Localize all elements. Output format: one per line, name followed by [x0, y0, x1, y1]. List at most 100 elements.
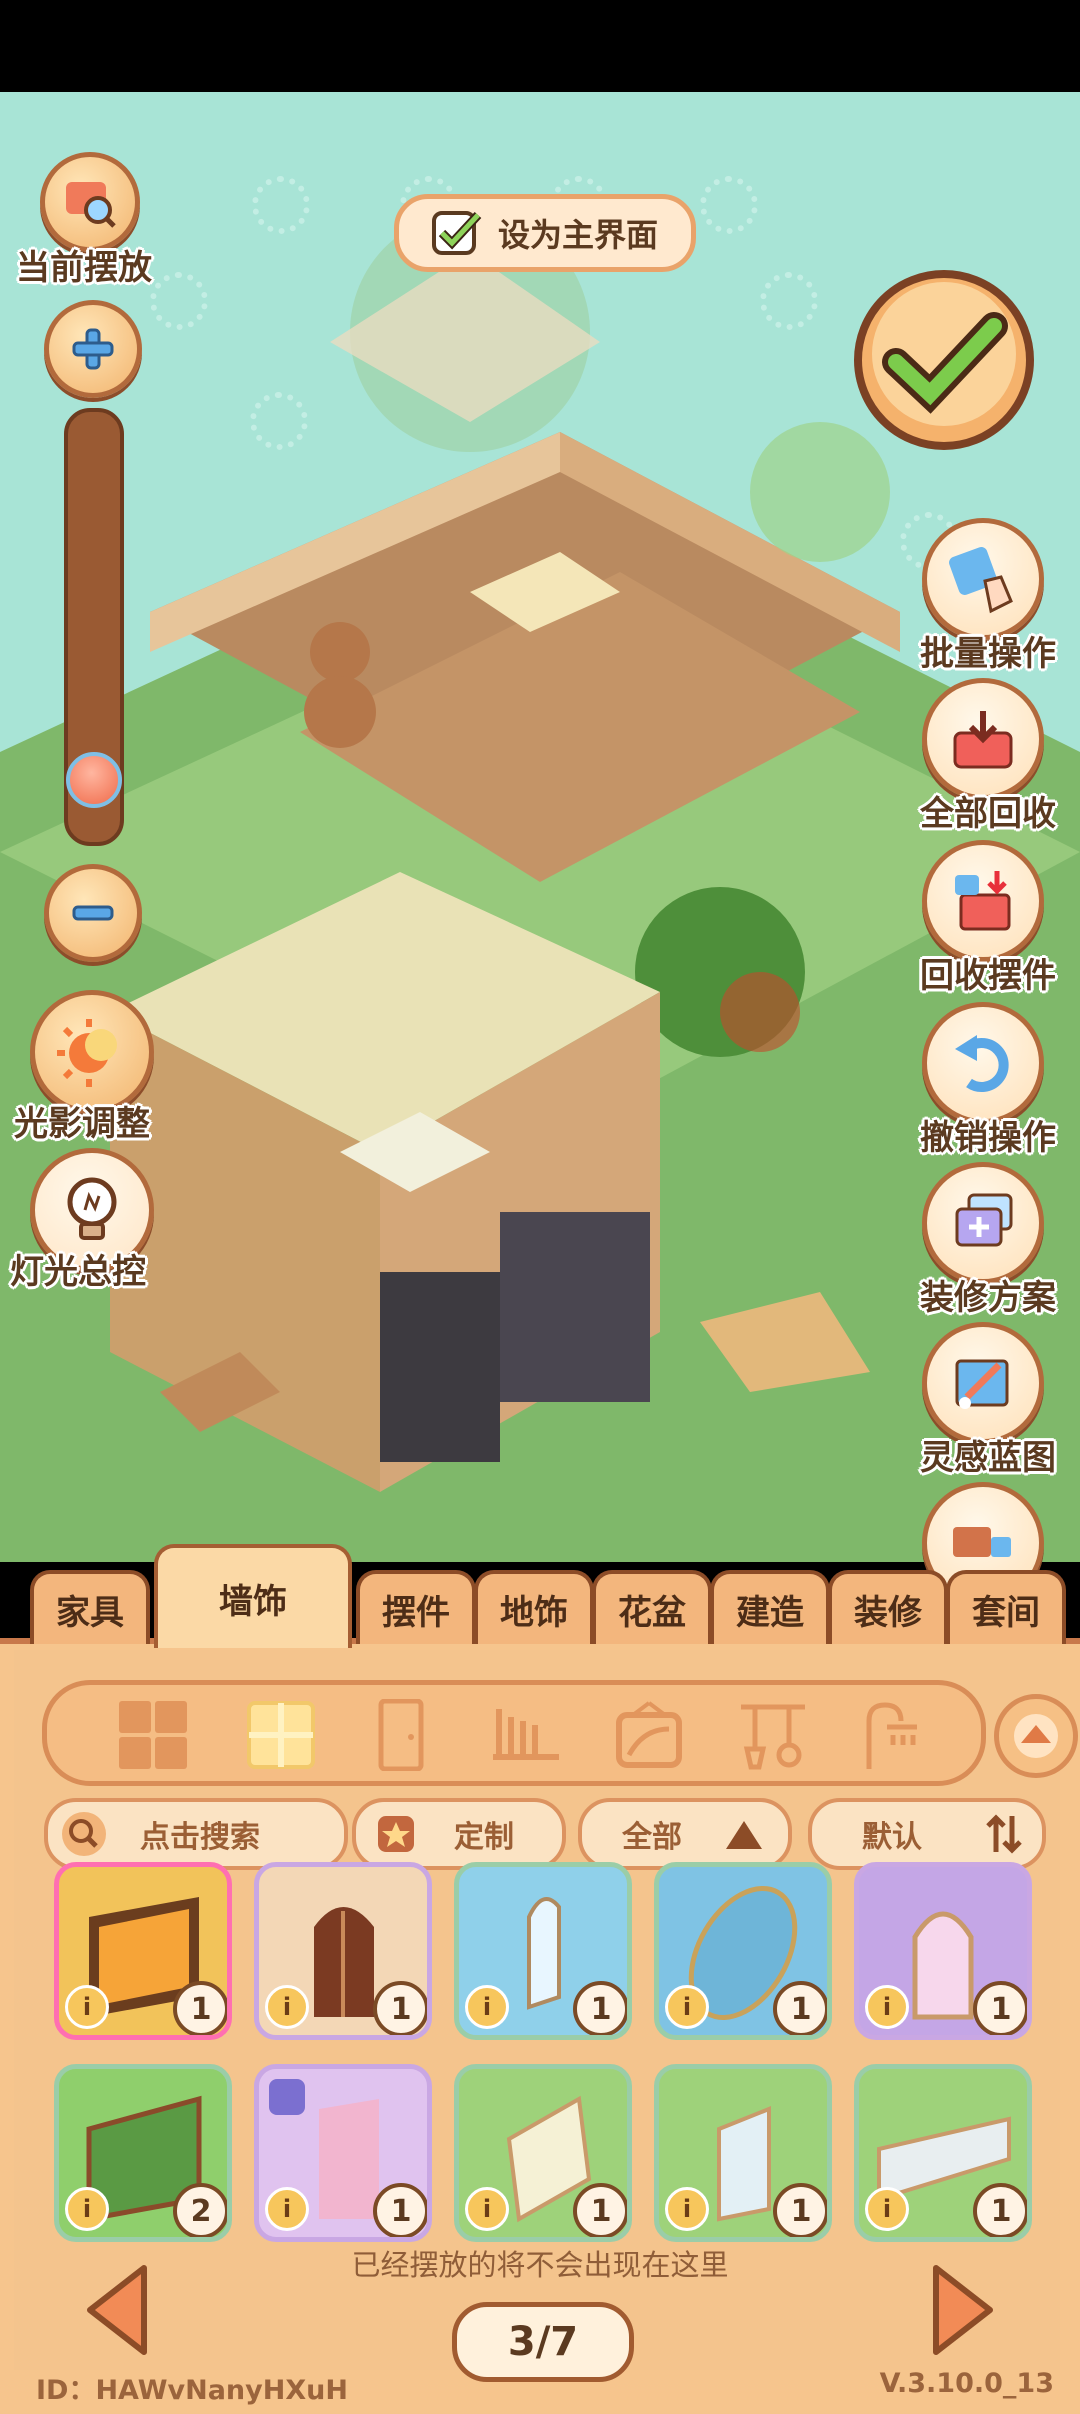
- blueprint-pencil-icon: [955, 1359, 1009, 1409]
- zoom-in-button[interactable]: [44, 300, 142, 398]
- undo-icon: [955, 1035, 1009, 1092]
- page-indicator: 3/7: [452, 2302, 634, 2382]
- item-card-greenhouse-window[interactable]: i 2: [54, 2064, 232, 2242]
- star-badge-icon: [378, 1816, 414, 1852]
- minus-icon: [72, 905, 114, 921]
- item-count-badge: 1: [973, 2183, 1027, 2237]
- big-check-icon: [854, 270, 1034, 450]
- current-placement-label: 当前摆放: [16, 248, 152, 288]
- hanger-tools-icon[interactable]: [737, 1699, 809, 1771]
- zoom-out-button[interactable]: [44, 864, 142, 962]
- info-icon[interactable]: i: [465, 1985, 509, 2029]
- item-count-badge: 2: [173, 2183, 227, 2237]
- item-card-stained-mirror[interactable]: i 1: [654, 1862, 832, 2040]
- recycle-all-label: 全部回收: [920, 794, 1056, 834]
- tab-planters[interactable]: 花盆: [592, 1570, 712, 1644]
- door-icon[interactable]: [365, 1699, 437, 1771]
- user-id: ID：HAWvNanyHXuH: [36, 2375, 348, 2406]
- set-as-home-toggle[interactable]: 设为主界面: [394, 194, 696, 272]
- sort-arrows-icon: [986, 1814, 1022, 1854]
- inspiration-blueprint-button[interactable]: [922, 1322, 1044, 1444]
- hand-tap-icon: [949, 547, 1013, 614]
- collapse-panel-button[interactable]: [994, 1694, 1078, 1778]
- info-icon[interactable]: i: [665, 2187, 709, 2231]
- triangle-up-icon: [1014, 1714, 1058, 1758]
- item-count-badge: 1: [573, 2183, 627, 2237]
- prev-page-arrow-icon[interactable]: [84, 2264, 150, 2356]
- item-count-badge: 1: [373, 1981, 427, 2035]
- renovation-plan-label: 装修方案: [920, 1278, 1056, 1318]
- all-filter-label: 全部: [622, 1820, 682, 1855]
- triangle-up-icon: [726, 1821, 762, 1849]
- sort-button[interactable]: 默认: [808, 1798, 1046, 1870]
- sun-moon-icon: [57, 1019, 117, 1087]
- batch-operation-button[interactable]: [922, 518, 1044, 640]
- next-page-arrow-icon[interactable]: [930, 2264, 996, 2356]
- current-placement-button[interactable]: [40, 152, 140, 252]
- item-card-pink-arch-gate[interactable]: i 1: [854, 1862, 1032, 2040]
- grid-all-icon[interactable]: [117, 1699, 189, 1771]
- lightbulb-icon: [67, 1177, 117, 1240]
- batch-operation-label: 批量操作: [920, 634, 1056, 674]
- shower-icon[interactable]: [855, 1699, 927, 1771]
- search-placeholder: 点击搜索: [140, 1820, 260, 1855]
- info-icon[interactable]: i: [265, 1985, 309, 2029]
- info-icon[interactable]: i: [865, 1985, 909, 2029]
- wall-rack-icon[interactable]: [489, 1699, 561, 1771]
- search-box[interactable]: 点击搜索: [44, 1798, 348, 1870]
- checkmark-icon: [431, 211, 482, 255]
- recycle-box-icon: [955, 871, 1011, 931]
- wall-frame-icon[interactable]: [613, 1699, 685, 1771]
- zoom-slider-handle[interactable]: [66, 752, 122, 808]
- renovation-plan-button[interactable]: [922, 1162, 1044, 1284]
- search-icon: [62, 1812, 106, 1856]
- info-icon[interactable]: i: [865, 2187, 909, 2231]
- recycle-decor-label: 回收摆件: [920, 956, 1056, 996]
- item-count-badge: 1: [573, 1981, 627, 2035]
- custom-filter-button[interactable]: 定制: [352, 1798, 566, 1870]
- info-icon[interactable]: i: [265, 2187, 309, 2231]
- item-card-arched-wood-door[interactable]: i 1: [254, 1862, 432, 2040]
- category-tabs: 家具 墙饰 摆件 地饰 花盆 建造 装修 套间: [30, 1544, 1070, 1648]
- item-count-badge: 1: [373, 2183, 427, 2237]
- confirm-button[interactable]: [852, 268, 1036, 452]
- recycle-decor-button[interactable]: [922, 840, 1044, 962]
- sort-label: 默认: [862, 1820, 922, 1855]
- info-icon[interactable]: i: [665, 1985, 709, 2029]
- item-card-wall-mirror-c[interactable]: i 1: [854, 2064, 1032, 2242]
- undo-button[interactable]: [922, 1002, 1044, 1124]
- version-label: V.3.10.0_13: [879, 2368, 1054, 2399]
- tab-build[interactable]: 建造: [710, 1570, 830, 1644]
- tab-ornaments[interactable]: 摆件: [356, 1570, 476, 1644]
- status-bar: [0, 0, 1080, 92]
- item-card-glass-arch-panel[interactable]: i 1: [454, 1862, 632, 2040]
- custom-filter-label: 定制: [454, 1820, 514, 1855]
- item-count-badge: 1: [773, 2183, 827, 2237]
- item-count-badge: 1: [773, 1981, 827, 2035]
- tab-wall-decor[interactable]: 墙饰: [154, 1544, 352, 1648]
- tab-floor-decor[interactable]: 地饰: [474, 1570, 594, 1644]
- item-card-wall-mirror-b[interactable]: i 1: [654, 2064, 832, 2242]
- magnify-room-icon: [66, 182, 116, 228]
- recycle-tray-icon: [953, 711, 1013, 769]
- tab-renovate[interactable]: 装修: [828, 1570, 948, 1644]
- tab-furniture[interactable]: 家具: [30, 1570, 150, 1644]
- light-shadow-label: 光影调整: [14, 1104, 150, 1144]
- info-icon[interactable]: i: [65, 2187, 109, 2231]
- subcategory-bar: [42, 1680, 986, 1786]
- item-card-wall-mirror-a[interactable]: i 1: [454, 2064, 632, 2242]
- info-icon[interactable]: i: [465, 2187, 509, 2231]
- window-icon[interactable]: [245, 1699, 317, 1771]
- undo-label: 撤销操作: [920, 1118, 1056, 1158]
- light-control-label: 灯光总控: [10, 1252, 146, 1292]
- item-count-badge: 1: [173, 1981, 227, 2035]
- inspiration-blueprint-label: 灵感蓝图: [920, 1438, 1056, 1478]
- info-icon[interactable]: i: [65, 1985, 109, 2029]
- tab-suites[interactable]: 套间: [946, 1570, 1066, 1644]
- recycle-all-button[interactable]: [922, 678, 1044, 800]
- item-count-badge: 1: [973, 1981, 1027, 2035]
- item-card-pink-curtain[interactable]: i 1: [254, 2064, 432, 2242]
- all-filter-dropdown[interactable]: 全部: [578, 1798, 792, 1870]
- placed-items-hint: 已经摆放的将不会出现在这里: [351, 2248, 729, 2282]
- item-card-fireplace-window[interactable]: i 1: [54, 1862, 232, 2040]
